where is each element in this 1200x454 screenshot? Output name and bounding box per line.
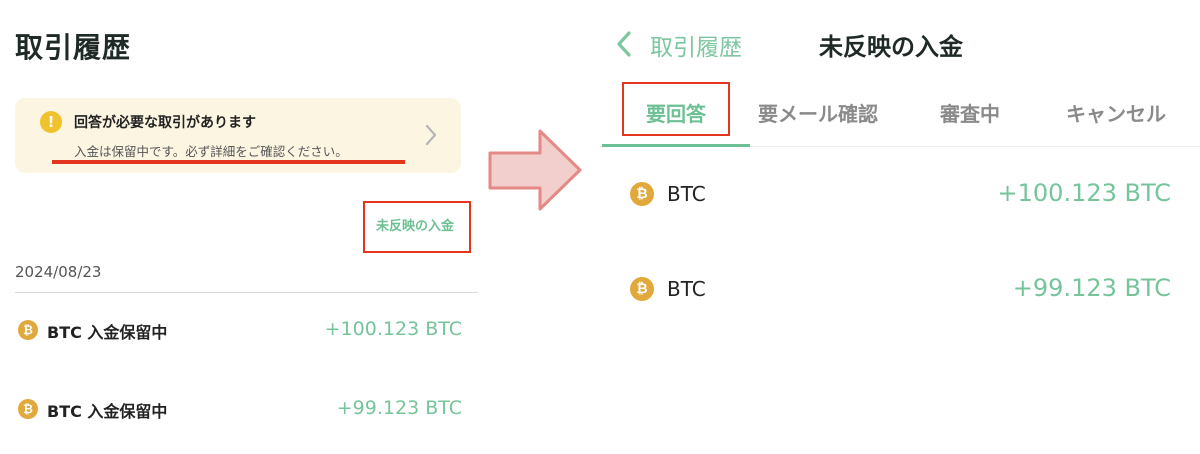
bitcoin-icon: ₿: [630, 182, 654, 206]
deposit-currency: BTC: [667, 277, 706, 301]
transaction-history-panel: 取引履歴 ! 回答が必要な取引があります 入金は保留中です。必ず詳細をご確認くだ…: [0, 0, 490, 454]
bitcoin-icon: ₿: [18, 399, 38, 419]
alert-title: 回答が必要な取引があります: [74, 115, 256, 131]
bitcoin-icon: ₿: [630, 277, 654, 301]
tab-email-confirmation[interactable]: 要メール確認: [758, 98, 878, 127]
transaction-label: BTC 入金保留中: [47, 323, 168, 342]
chevron-left-icon[interactable]: [616, 30, 632, 58]
deposit-row[interactable]: ₿ BTC +99.123 BTC: [630, 272, 1171, 308]
unreflected-deposits-panel: 取引履歴 未反映の入金 要回答 要メール確認 審査中 キャンセル ₿ BTC +…: [600, 0, 1200, 454]
chevron-right-icon: [425, 124, 437, 146]
tab-action-required[interactable]: 要回答: [622, 82, 730, 136]
transaction-row[interactable]: ₿ BTC 入金保留中 +99.123 BTC: [18, 394, 462, 424]
date-heading: 2024/08/23: [15, 263, 102, 281]
deposit-amount: +100.123 BTC: [997, 179, 1171, 207]
deposit-amount: +99.123 BTC: [1012, 274, 1171, 302]
transaction-label: BTC 入金保留中: [47, 402, 168, 421]
transaction-amount: +99.123 BTC: [336, 397, 462, 419]
highlight-underline: [52, 160, 405, 164]
tab-bar: 要回答 要メール確認 審査中 キャンセル: [600, 80, 1200, 148]
back-button[interactable]: 取引履歴: [650, 28, 742, 62]
deposit-currency: BTC: [667, 182, 706, 206]
page-title: 未反映の入金: [819, 33, 963, 61]
page-title: 取引履歴: [15, 31, 132, 64]
deposit-row[interactable]: ₿ BTC +100.123 BTC: [630, 177, 1171, 213]
screen: 取引履歴 ! 回答が必要な取引があります 入金は保留中です。必ず詳細をご確認くだ…: [0, 0, 1200, 454]
bitcoin-icon: ₿: [18, 320, 38, 340]
alert-subtitle: 入金は保留中です。必ず詳細をご確認ください。: [74, 144, 348, 159]
transaction-row[interactable]: ₿ BTC 入金保留中 +100.123 BTC: [18, 315, 462, 345]
exclamation-icon: !: [40, 111, 62, 133]
arrow-right-icon: [488, 129, 582, 211]
action-required-alert[interactable]: ! 回答が必要な取引があります 入金は保留中です。必ず詳細をご確認ください。: [15, 98, 461, 173]
tab-cancelled[interactable]: キャンセル: [1066, 98, 1166, 127]
transaction-amount: +100.123 BTC: [324, 318, 462, 340]
unreflected-deposits-link[interactable]: 未反映の入金: [363, 201, 471, 253]
divider: [15, 292, 478, 293]
tab-under-review[interactable]: 審査中: [940, 98, 1000, 127]
active-tab-indicator: [602, 144, 750, 147]
